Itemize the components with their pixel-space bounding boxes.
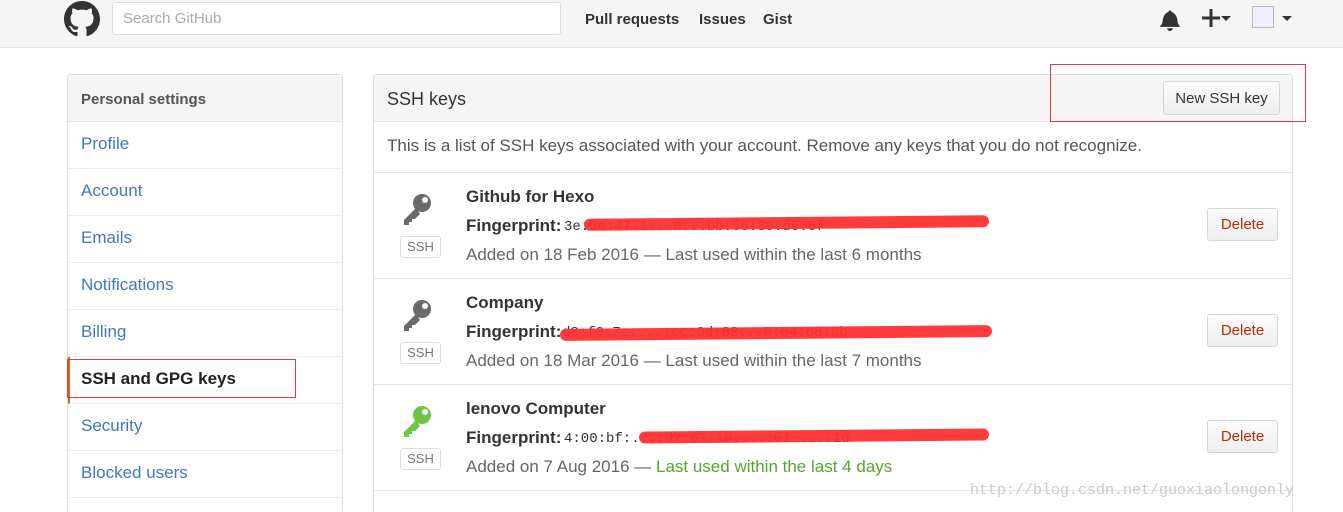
panel-description: This is a list of SSH keys associated wi… [374, 122, 1292, 173]
key-last-used: Last used within the last 7 months [665, 351, 922, 370]
fingerprint-label: Fingerprint: [466, 216, 562, 235]
key-row: SSH Github for Hexo Fingerprint: 3e:3e:4… [374, 173, 1292, 279]
sidebar-item-emails[interactable]: Emails [68, 216, 342, 263]
settings-sidebar: Personal settings Profile Account Emails… [67, 74, 343, 512]
key-title: lenovo Computer [466, 399, 606, 418]
redaction-mark [638, 428, 990, 444]
key-last-used: Last used within the last 4 days [656, 457, 893, 476]
page-title: SSH keys [387, 89, 467, 109]
sidebar-item-ssh-gpg-keys[interactable]: SSH and GPG keys [68, 357, 342, 404]
sidebar-title: Personal settings [68, 75, 342, 122]
delete-key-button[interactable]: Delete [1207, 208, 1278, 241]
key-title: Company [466, 293, 544, 312]
redaction-mark [583, 215, 990, 231]
key-row: SSH lenovo Computer Fingerprint: 4:00:bf… [374, 385, 1292, 491]
sidebar-item-profile[interactable]: Profile [68, 122, 342, 169]
fingerprint-label: Fingerprint: [466, 428, 562, 447]
plus-icon[interactable] [1202, 9, 1220, 27]
key-row: SSH Company Fingerprint: d8:f0:7c:...:cc… [374, 279, 1292, 385]
avatar-dropdown-caret-icon[interactable] [1282, 16, 1292, 21]
ssh-badge: SSH [400, 448, 441, 470]
search-input[interactable] [112, 2, 561, 35]
delete-key-button[interactable]: Delete [1207, 314, 1278, 347]
new-ssh-key-button[interactable]: New SSH key [1163, 81, 1280, 115]
delete-key-button[interactable]: Delete [1207, 420, 1278, 453]
panel-header: SSH keys New SSH key [374, 75, 1292, 122]
key-added-date: Added on 7 Aug 2016 — [466, 457, 656, 476]
fingerprint-label: Fingerprint: [466, 322, 562, 341]
key-icon [404, 194, 431, 225]
key-added-info: Added on 18 Feb 2016 — Last used within … [466, 245, 922, 265]
nav-gist[interactable]: Gist [763, 11, 792, 28]
ssh-keys-panel: SSH keys New SSH key This is a list of S… [373, 74, 1293, 512]
sidebar-item-notifications[interactable]: Notifications [68, 263, 342, 310]
nav-pull-requests[interactable]: Pull requests [585, 11, 679, 28]
watermark: http://blog.csdn.net/guoxiaolongonly [970, 482, 1295, 499]
sidebar-item-blocked-users[interactable]: Blocked users [68, 451, 342, 498]
plus-dropdown-caret-icon[interactable] [1221, 16, 1231, 21]
redaction-mark [559, 325, 993, 341]
key-added-date: Added on 18 Mar 2016 — [466, 351, 666, 370]
key-added-info: Added on 18 Mar 2016 — Last used within … [466, 351, 922, 371]
key-title: Github for Hexo [466, 187, 595, 206]
nav-issues[interactable]: Issues [699, 11, 746, 28]
avatar[interactable] [1252, 6, 1274, 28]
key-added-date: Added on 18 Feb 2016 — [466, 245, 666, 264]
bell-icon[interactable] [1160, 9, 1180, 31]
ssh-badge: SSH [400, 236, 441, 258]
key-icon [404, 406, 431, 437]
sidebar-item-account[interactable]: Account [68, 169, 342, 216]
github-logo-icon[interactable] [64, 1, 100, 37]
ssh-badge: SSH [400, 342, 441, 364]
key-icon [404, 300, 431, 331]
key-added-info: Added on 7 Aug 2016 — Last used within t… [466, 457, 892, 477]
key-last-used: Last used within the last 6 months [665, 245, 922, 264]
top-header: Pull requests Issues Gist [0, 0, 1343, 48]
sidebar-item-security[interactable]: Security [68, 404, 342, 451]
sidebar-item-billing[interactable]: Billing [68, 310, 342, 357]
